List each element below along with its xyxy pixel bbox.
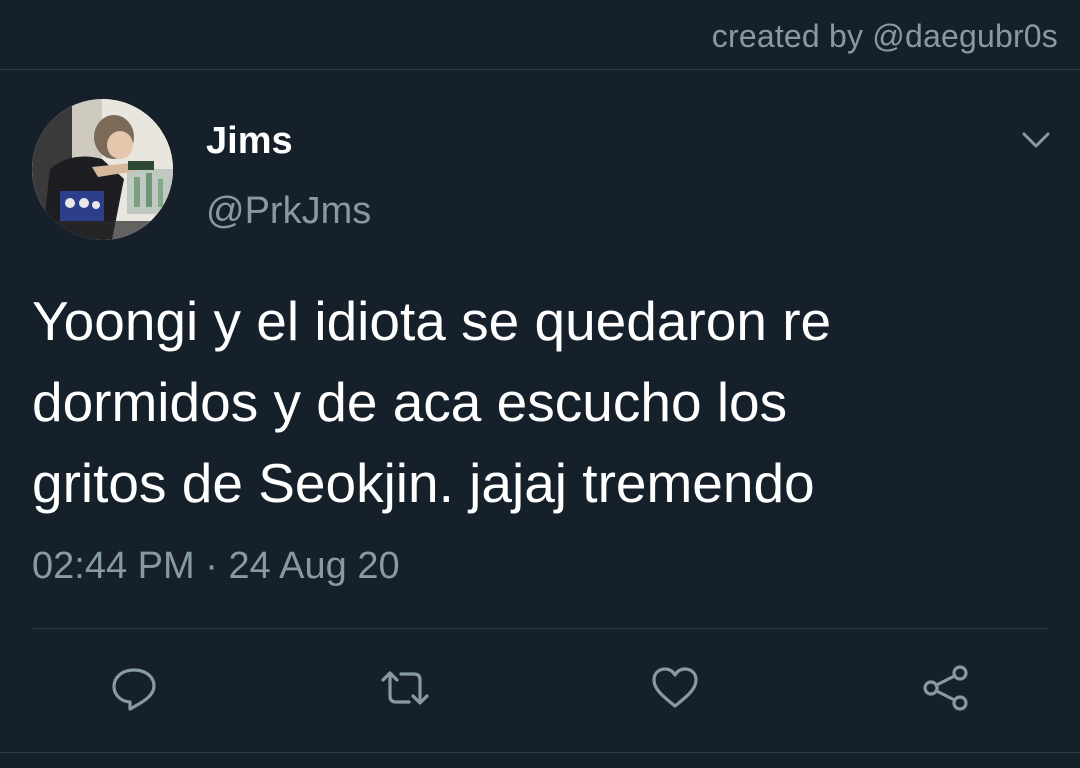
divider [32, 628, 1048, 629]
display-name[interactable]: Jims [206, 120, 293, 163]
tweet-time: 02:44 PM [32, 545, 195, 587]
chevron-down-icon[interactable] [1016, 120, 1056, 160]
reply-icon[interactable] [108, 662, 160, 714]
avatar-photo [32, 99, 173, 240]
avatar[interactable] [32, 99, 173, 240]
tweet-screenshot: created by @daegubr0s Jims @PrkJms Yoong… [0, 0, 1080, 768]
tweet-text-line: Yoongi y el idiota se quedaron re [32, 290, 832, 352]
tweet-text: Yoongi y el idiota se quedaron re dormid… [32, 281, 1052, 524]
creator-credit: created by @daegubr0s [711, 18, 1058, 54]
timestamp-separator: · [205, 545, 218, 587]
tweet-text-line: dormidos y de aca escucho los [32, 371, 788, 433]
tweet-date: 24 Aug 20 [228, 545, 400, 587]
tweet-timestamp[interactable]: 02:44 PM · 24 Aug 20 [32, 545, 400, 588]
tweet-text-line: gritos de Seokjin. jajaj tremendo [32, 452, 815, 514]
like-icon[interactable] [649, 662, 701, 714]
bottom-divider [0, 752, 1080, 753]
retweet-icon[interactable] [377, 662, 429, 714]
top-bar: created by @daegubr0s [0, 0, 1080, 70]
share-icon[interactable] [920, 662, 972, 714]
user-handle[interactable]: @PrkJms [206, 190, 371, 233]
